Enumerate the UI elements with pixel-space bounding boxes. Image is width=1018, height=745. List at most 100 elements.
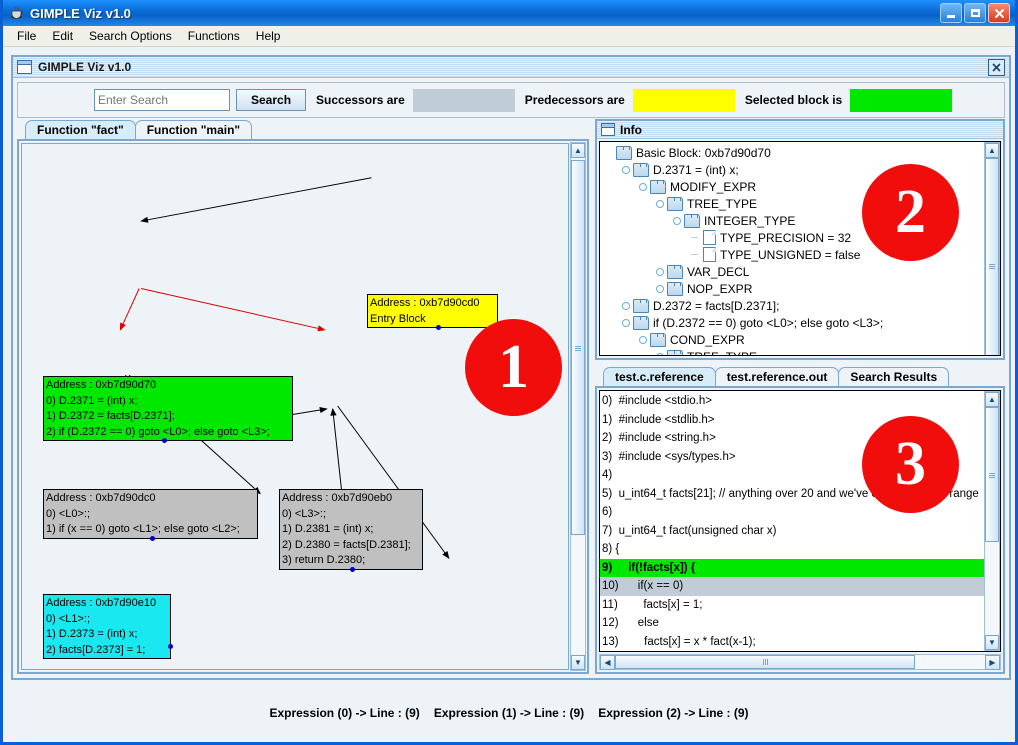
folder-icon bbox=[633, 298, 649, 313]
source-line[interactable]: 10) if(x == 0) bbox=[600, 577, 1000, 596]
scroll-thumb bbox=[571, 160, 585, 535]
info-tree-vertical-scrollbar[interactable]: ▲ ▼ bbox=[984, 142, 1000, 355]
tree-expand-handle-icon[interactable] bbox=[670, 216, 684, 225]
scroll-track[interactable] bbox=[985, 407, 999, 635]
internal-frame-close-button[interactable] bbox=[988, 58, 1005, 76]
close-button[interactable] bbox=[988, 3, 1010, 23]
tree-node[interactable]: VAR_DECL bbox=[602, 263, 983, 280]
folder-icon bbox=[667, 196, 683, 211]
scroll-up-arrow[interactable]: ▲ bbox=[985, 392, 999, 407]
scroll-up-arrow[interactable]: ▲ bbox=[985, 143, 999, 158]
scroll-down-arrow[interactable]: ▼ bbox=[985, 635, 999, 650]
internal-frame-titlebar: GIMPLE Viz v1.0 bbox=[13, 57, 1009, 78]
function-tabstrip: Function "fact" Function "main" bbox=[17, 119, 589, 139]
scroll-up-arrow[interactable]: ▲ bbox=[571, 143, 585, 158]
source-line[interactable]: 7) u_int64_t fact(unsigned char x) bbox=[600, 522, 1000, 541]
tree-node[interactable]: if (D.2372 == 0) goto <L0>; else goto <L… bbox=[602, 314, 983, 331]
source-line[interactable]: 12) else bbox=[600, 614, 1000, 633]
menu-edit[interactable]: Edit bbox=[44, 27, 81, 45]
tree-node[interactable]: COND_EXPR bbox=[602, 331, 983, 348]
cfg-graph-canvas[interactable]: Address : 0xb7d90cd0 Entry Block Address… bbox=[21, 143, 569, 670]
scroll-left-arrow[interactable]: ◀ bbox=[600, 655, 615, 670]
source-line[interactable]: 0) #include <stdio.h> bbox=[600, 392, 1000, 411]
tree-collapse-handle-icon[interactable] bbox=[619, 301, 633, 310]
tree-node[interactable]: NOP_EXPR bbox=[602, 280, 983, 297]
tab-test-c-reference[interactable]: test.c.reference bbox=[603, 367, 716, 386]
source-line[interactable]: 9) if(!facts[x]) { bbox=[600, 558, 1000, 577]
folder-icon bbox=[667, 349, 683, 355]
annotation-badge-2: 2 bbox=[862, 164, 959, 261]
scroll-down-arrow[interactable]: ▼ bbox=[571, 655, 585, 670]
tree-collapse-handle-icon[interactable] bbox=[653, 267, 667, 276]
tab-function-fact[interactable]: Function "fact" bbox=[25, 120, 136, 139]
tree-expand-handle-icon[interactable] bbox=[653, 199, 667, 208]
tree-expand-handle-icon[interactable] bbox=[653, 352, 667, 355]
scroll-right-arrow[interactable]: ▶ bbox=[985, 655, 1000, 670]
tree-node-label: NOP_EXPR bbox=[687, 281, 753, 296]
source-line[interactable]: 6) bbox=[600, 503, 1000, 522]
tree-node-label: TREE_TYPE bbox=[687, 350, 757, 356]
tab-function-main[interactable]: Function "main" bbox=[134, 120, 253, 139]
scroll-track[interactable] bbox=[615, 655, 985, 669]
block-anchor bbox=[436, 325, 441, 330]
scroll-track[interactable] bbox=[985, 158, 999, 355]
minimize-button[interactable] bbox=[940, 3, 962, 23]
annotation-badge-1: 1 bbox=[465, 319, 562, 416]
tree-expand-handle-icon[interactable] bbox=[636, 335, 650, 344]
search-button[interactable]: Search bbox=[236, 89, 307, 111]
tree-node-label: TYPE_UNSIGNED = false bbox=[720, 247, 861, 262]
source-line[interactable]: 8) { bbox=[600, 540, 1000, 559]
block-line: 2) facts[D.2373] = 1; bbox=[46, 643, 146, 656]
menu-help[interactable]: Help bbox=[248, 27, 289, 45]
tree-node-label: D.2371 = (int) x; bbox=[653, 162, 739, 177]
search-toolbar: Search Successors are Predecessors are S… bbox=[17, 82, 1005, 118]
block-line: 2) if (D.2372 == 0) goto <L0>; else goto… bbox=[46, 425, 270, 438]
source-horizontal-scrollbar[interactable]: ◀ ▶ bbox=[599, 654, 1001, 670]
maximize-button[interactable] bbox=[964, 3, 986, 23]
window-titlebar: GIMPLE Viz v1.0 bbox=[3, 0, 1015, 26]
basic-block-0xb7d90d70[interactable]: Address : 0xb7d90d70 0) D.2371 = (int) x… bbox=[43, 376, 293, 443]
block-line: 0) <L0>:; bbox=[46, 507, 91, 520]
block-line: 1) D.2372 = facts[D.2371]; bbox=[46, 410, 175, 422]
basic-block-0xb7d90e10[interactable]: Address : 0xb7d90e10 0) <L1>:; 1) D.2373… bbox=[43, 594, 173, 659]
tree-expand-handle-icon[interactable] bbox=[619, 318, 633, 327]
menu-search-options[interactable]: Search Options bbox=[81, 27, 180, 45]
basic-block-entry[interactable]: Address : 0xb7d90cd0 Entry Block bbox=[367, 294, 498, 330]
graph-vertical-scrollbar[interactable]: ▲ ▼ bbox=[570, 142, 586, 671]
tree-node[interactable]: Basic Block: 0xb7d90d70 bbox=[602, 144, 983, 161]
block-line: 2) D.2380 = facts[D.2381]; bbox=[282, 538, 411, 551]
info-panel-title: Info bbox=[620, 122, 642, 137]
folder-icon bbox=[633, 315, 649, 330]
source-code-view[interactable]: 0) #include <stdio.h> 1) #include <stdlib… bbox=[599, 390, 1001, 652]
basic-block-0xb7d90dc0[interactable]: Address : 0xb7d90dc0 0) <L0>:; 1) if (x … bbox=[43, 489, 258, 541]
java-coffee-cup-icon bbox=[9, 5, 25, 21]
block-line: 0) <L1>:; bbox=[46, 612, 91, 625]
block-line: 1) D.2381 = (int) x; bbox=[282, 523, 374, 535]
annotation-badge-3: 3 bbox=[862, 416, 959, 513]
legend-label-successors: Successors are bbox=[316, 93, 405, 107]
block-anchor bbox=[350, 566, 355, 572]
source-line[interactable]: 13) facts[x] = x * fact(x-1); bbox=[600, 633, 1000, 652]
source-line[interactable]: 11) facts[x] = 1; bbox=[600, 596, 1000, 615]
search-input[interactable] bbox=[94, 89, 230, 111]
tree-node[interactable]: D.2372 = facts[D.2371]; bbox=[602, 297, 983, 314]
tree-node-label: COND_EXPR bbox=[670, 332, 745, 347]
basic-block-0xb7d90eb0[interactable]: Address : 0xb7d90eb0 0) <L3>:; 1) D.2381… bbox=[279, 489, 423, 572]
tab-test-reference-out[interactable]: test.reference.out bbox=[714, 367, 840, 386]
block-line: 1) D.2373 = (int) x; bbox=[46, 628, 138, 640]
tab-search-results[interactable]: Search Results bbox=[838, 367, 950, 386]
status-expression-1: Expression (1) -> Line : (9) bbox=[433, 706, 585, 720]
legend-label-selected: Selected block is bbox=[744, 93, 843, 107]
source-vertical-scrollbar[interactable]: ▲ ▼ bbox=[984, 391, 1000, 651]
tree-expand-handle-icon[interactable] bbox=[636, 182, 650, 191]
tree-expand-handle-icon[interactable] bbox=[619, 165, 633, 174]
menu-file[interactable]: File bbox=[9, 27, 44, 45]
tree-node-label: if (D.2372 == 0) goto <L0>; else goto <L… bbox=[653, 315, 884, 330]
tree-branch-line-icon bbox=[687, 254, 701, 255]
menu-functions[interactable]: Functions bbox=[180, 27, 248, 45]
main-content: Function "fact" Function "main" Address … bbox=[17, 119, 1005, 674]
frame-window-icon bbox=[17, 60, 32, 74]
tree-collapse-handle-icon[interactable] bbox=[653, 284, 667, 293]
tree-node[interactable]: TREE_TYPE bbox=[602, 348, 983, 355]
scroll-track[interactable] bbox=[571, 158, 585, 655]
